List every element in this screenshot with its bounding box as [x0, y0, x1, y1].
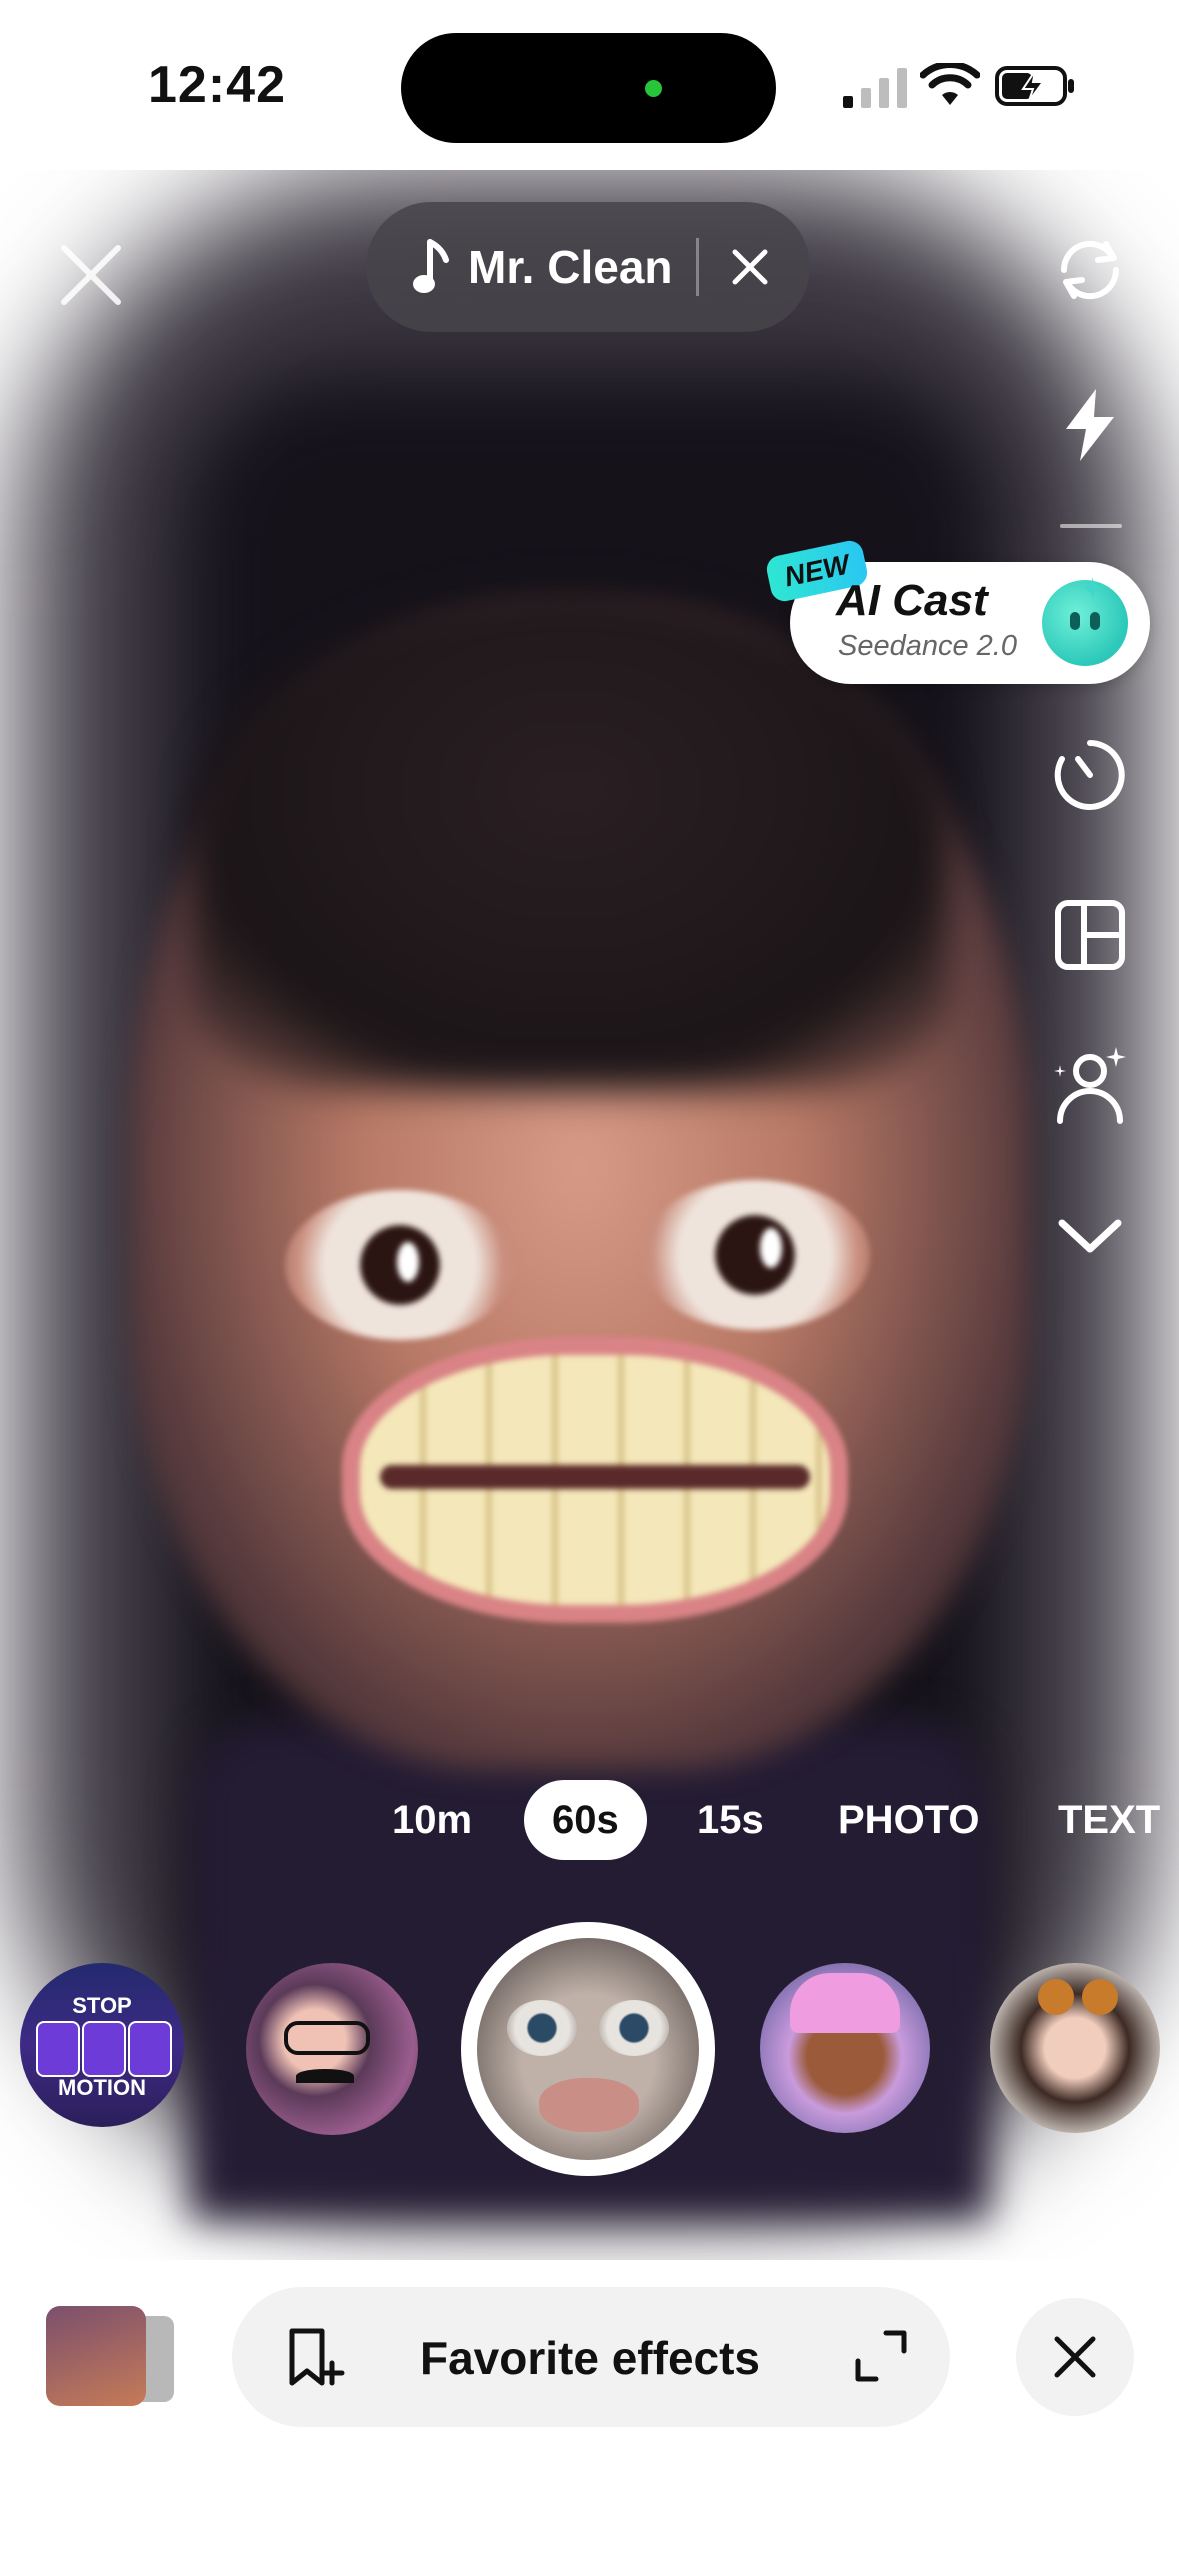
expand-icon[interactable]: [852, 2327, 910, 2385]
timer-button[interactable]: [1050, 735, 1130, 815]
cellular-signal-icon: [843, 68, 907, 108]
flip-camera-icon: [1060, 240, 1120, 300]
beauty-person-sparkle-icon: [1054, 1047, 1126, 1124]
close-effects-button[interactable]: [1016, 2298, 1134, 2416]
effect-glasses-mustache[interactable]: [246, 1963, 418, 2135]
subject-eye: [285, 1190, 515, 1340]
music-note-icon: [413, 239, 449, 293]
mode-10m[interactable]: 10m: [392, 1780, 472, 1860]
camera-indicator-dot: [645, 80, 662, 97]
flash-button[interactable]: [1050, 385, 1130, 465]
ai-cast-button[interactable]: NEW AI Cast Seedance 2.0 ✦: [764, 538, 1150, 684]
effect-pink-wig-horse[interactable]: [760, 1963, 930, 2133]
battery-charging-icon: [995, 66, 1074, 106]
wifi-icon: [920, 63, 980, 105]
sparkle-icon: ✦: [1080, 573, 1106, 606]
sound-title: Mr. Clean: [468, 241, 673, 293]
effect-label: MOTION: [58, 2075, 146, 2100]
capture-mode-selector: 10m 60s 15s PHOTO TEXT: [0, 1780, 1179, 1860]
more-tools-button[interactable]: [1050, 1195, 1130, 1275]
beauty-button[interactable]: [1050, 1045, 1130, 1125]
layout-icon: [1055, 900, 1125, 970]
dynamic-island: [401, 33, 776, 143]
toolbar-divider: [1060, 524, 1122, 528]
mode-photo[interactable]: PHOTO: [838, 1780, 980, 1860]
bookmark-add-icon: [289, 2328, 345, 2386]
flash-icon: [1066, 389, 1114, 461]
ai-cast-title: AI Cast: [836, 576, 988, 625]
gallery-thumbnail[interactable]: [46, 2306, 146, 2406]
flip-camera-button[interactable]: [1050, 230, 1130, 310]
favorite-effects-label: Favorite effects: [420, 2332, 761, 2384]
effect-stop-motion[interactable]: STOP MOTION: [20, 1963, 184, 2127]
mode-15s[interactable]: 15s: [697, 1780, 764, 1860]
add-sound-pill[interactable]: Mr. Clean: [366, 202, 810, 332]
favorite-effects-pill[interactable]: Favorite effects: [232, 2287, 950, 2427]
effect-label: STOP: [72, 1993, 132, 2018]
close-icon: [1054, 2336, 1096, 2378]
timer-icon: [1054, 740, 1125, 810]
subject-eye: [640, 1180, 870, 1330]
remove-sound-icon[interactable]: [731, 248, 769, 286]
mode-60s[interactable]: 60s: [524, 1780, 647, 1860]
ai-cast-subtitle: Seedance 2.0: [838, 630, 1017, 662]
record-button[interactable]: [461, 1922, 715, 2176]
effect-puppy-ears[interactable]: [990, 1963, 1160, 2133]
mode-text[interactable]: TEXT: [1058, 1780, 1160, 1860]
chevron-down-icon: [1058, 1219, 1122, 1253]
close-camera-icon[interactable]: [56, 240, 126, 310]
status-time: 12:42: [148, 56, 286, 114]
layout-button[interactable]: [1050, 895, 1130, 975]
selected-effect-preview: [477, 1938, 699, 2160]
